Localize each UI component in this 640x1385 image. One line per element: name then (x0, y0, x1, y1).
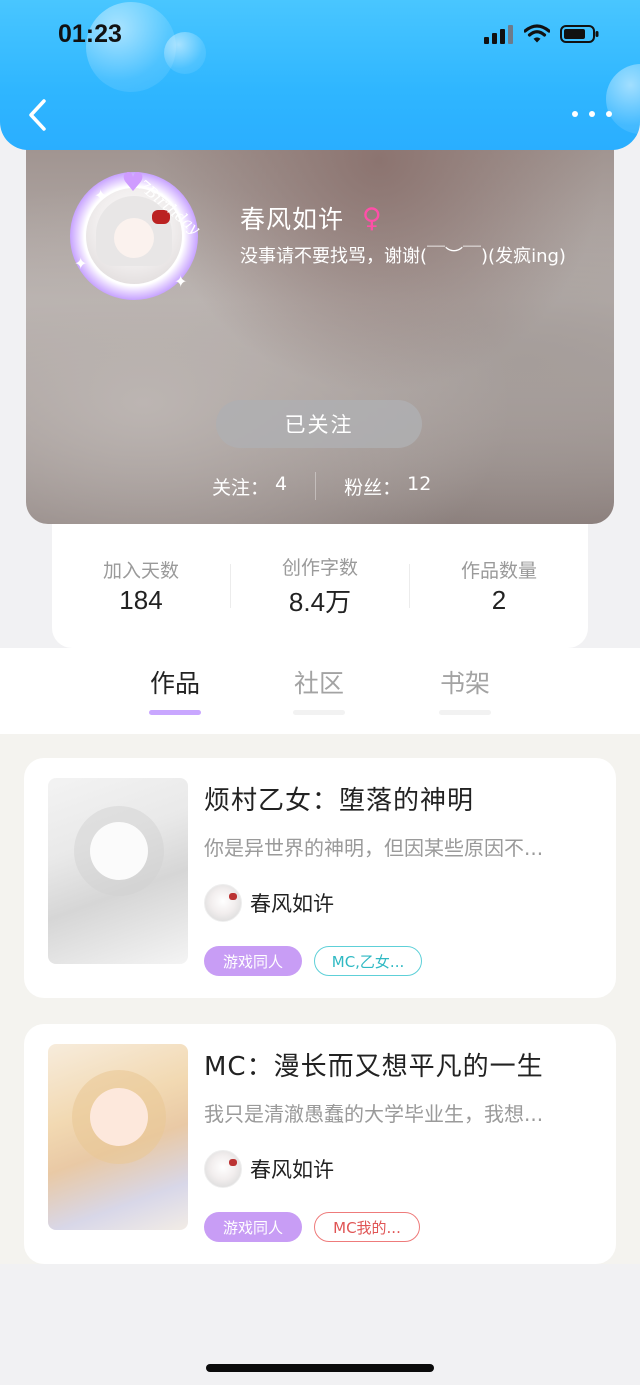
tag-genre[interactable]: 游戏同人 (204, 1212, 302, 1242)
stat-label: 创作字数 (281, 557, 358, 579)
follow-counts: 关注： 4 粉丝： 12 (212, 472, 431, 500)
following-count[interactable]: 关注： 4 (212, 473, 287, 500)
stat-label: 作品数量 (460, 560, 537, 582)
home-indicator[interactable] (206, 1364, 434, 1372)
nickname: 春风如许 (240, 205, 345, 234)
work-description: 我只是清澈愚蠢的大学毕业生，我想... (204, 1102, 544, 1126)
tag-keywords[interactable]: MC,乙女... (314, 946, 422, 976)
stats-panel: 加入天数 184 创作字数 8.4万 作品数量 2 (52, 524, 588, 648)
author-avatar (204, 1150, 242, 1188)
tab-bar: 作品 社区 书架 (0, 664, 640, 724)
back-arrow-icon (29, 99, 46, 131)
top-bar: 01:23 (0, 0, 640, 150)
work-tags: 游戏同人 MC我的... (204, 1212, 420, 1242)
tab-indicator (293, 710, 345, 715)
fans-count[interactable]: 粉丝： 12 (344, 473, 431, 500)
tab-indicator (149, 710, 201, 715)
stat-works-count: 作品数量 2 (410, 556, 588, 616)
tab-label: 作品 (149, 669, 200, 698)
work-title: 烦村乙女：堕落的神明 (204, 786, 475, 816)
work-cover (48, 1044, 188, 1230)
avatar[interactable]: ♥ 7Birthday ✦ ✦ ✦ (70, 170, 204, 300)
stat-join-days: 加入天数 184 (52, 556, 230, 616)
work-card[interactable]: 烦村乙女：堕落的神明 你是异世界的神明，但因某些原因不... 春风如许 游戏同人… (24, 758, 616, 998)
more-dots-icon (589, 111, 595, 117)
fans-label: 粉丝： (344, 476, 402, 499)
status-icons (484, 24, 600, 44)
more-dots-icon (606, 111, 612, 117)
stat-label: 加入天数 (102, 560, 179, 582)
divider (315, 472, 317, 500)
battery-icon (560, 25, 599, 43)
sparkle-icon: ✦ (174, 272, 188, 291)
follow-button[interactable]: 已关注 (216, 400, 422, 448)
stat-value: 8.4万 (288, 587, 352, 617)
sparkle-icon: ✦ (94, 186, 108, 205)
work-title: MC：漫长而又想平凡的一生 (204, 1052, 544, 1082)
cover-art (90, 822, 148, 880)
decor-bubble (164, 32, 206, 74)
more-button[interactable] (572, 104, 612, 124)
work-cover (48, 778, 188, 964)
stat-value: 2 (491, 585, 507, 615)
cover-art (90, 1088, 148, 1146)
stat-value: 184 (119, 585, 163, 615)
avatar-skin (114, 218, 154, 258)
status-time: 01:23 (58, 20, 122, 48)
sparkle-icon: ✦ (74, 254, 88, 273)
nickname-row: 春风如许 ♀ (240, 200, 382, 236)
author-avatar (204, 884, 242, 922)
wifi-icon (524, 24, 550, 43)
tab-works[interactable]: 作品 (146, 664, 204, 715)
fans-value: 12 (407, 472, 432, 495)
following-value: 4 (275, 472, 288, 495)
tab-label: 社区 (293, 669, 344, 698)
following-label: 关注： (212, 476, 270, 499)
work-card[interactable]: MC：漫长而又想平凡的一生 我只是清澈愚蠢的大学毕业生，我想... 春风如许 游… (24, 1024, 616, 1264)
work-author: 春风如许 (204, 884, 334, 922)
tag-keywords[interactable]: MC我的... (314, 1212, 420, 1242)
tab-bookshelf[interactable]: 书架 (436, 664, 494, 715)
more-dots-icon (572, 111, 578, 117)
work-author: 春风如许 (204, 1150, 334, 1188)
tab-community[interactable]: 社区 (290, 664, 348, 715)
tab-indicator (439, 710, 491, 715)
tag-genre[interactable]: 游戏同人 (204, 946, 302, 976)
female-icon: ♀ (362, 202, 382, 234)
back-button[interactable] (20, 94, 54, 136)
work-description: 你是异世界的神明，但因某些原因不... (204, 836, 544, 860)
work-tags: 游戏同人 MC,乙女... (204, 946, 422, 976)
profile-card: ♥ 7Birthday ✦ ✦ ✦ 春风如许 ♀ 没事请不要找骂，谢谢(￣︶￣)… (26, 120, 614, 524)
signal-icon (484, 25, 513, 44)
tab-label: 书架 (439, 669, 490, 698)
author-name: 春风如许 (250, 892, 334, 916)
author-name: 春风如许 (250, 1158, 334, 1182)
bio: 没事请不要找骂，谢谢(￣︶￣)(发疯ing) (240, 246, 566, 267)
stat-word-count: 创作字数 8.4万 (231, 553, 409, 619)
